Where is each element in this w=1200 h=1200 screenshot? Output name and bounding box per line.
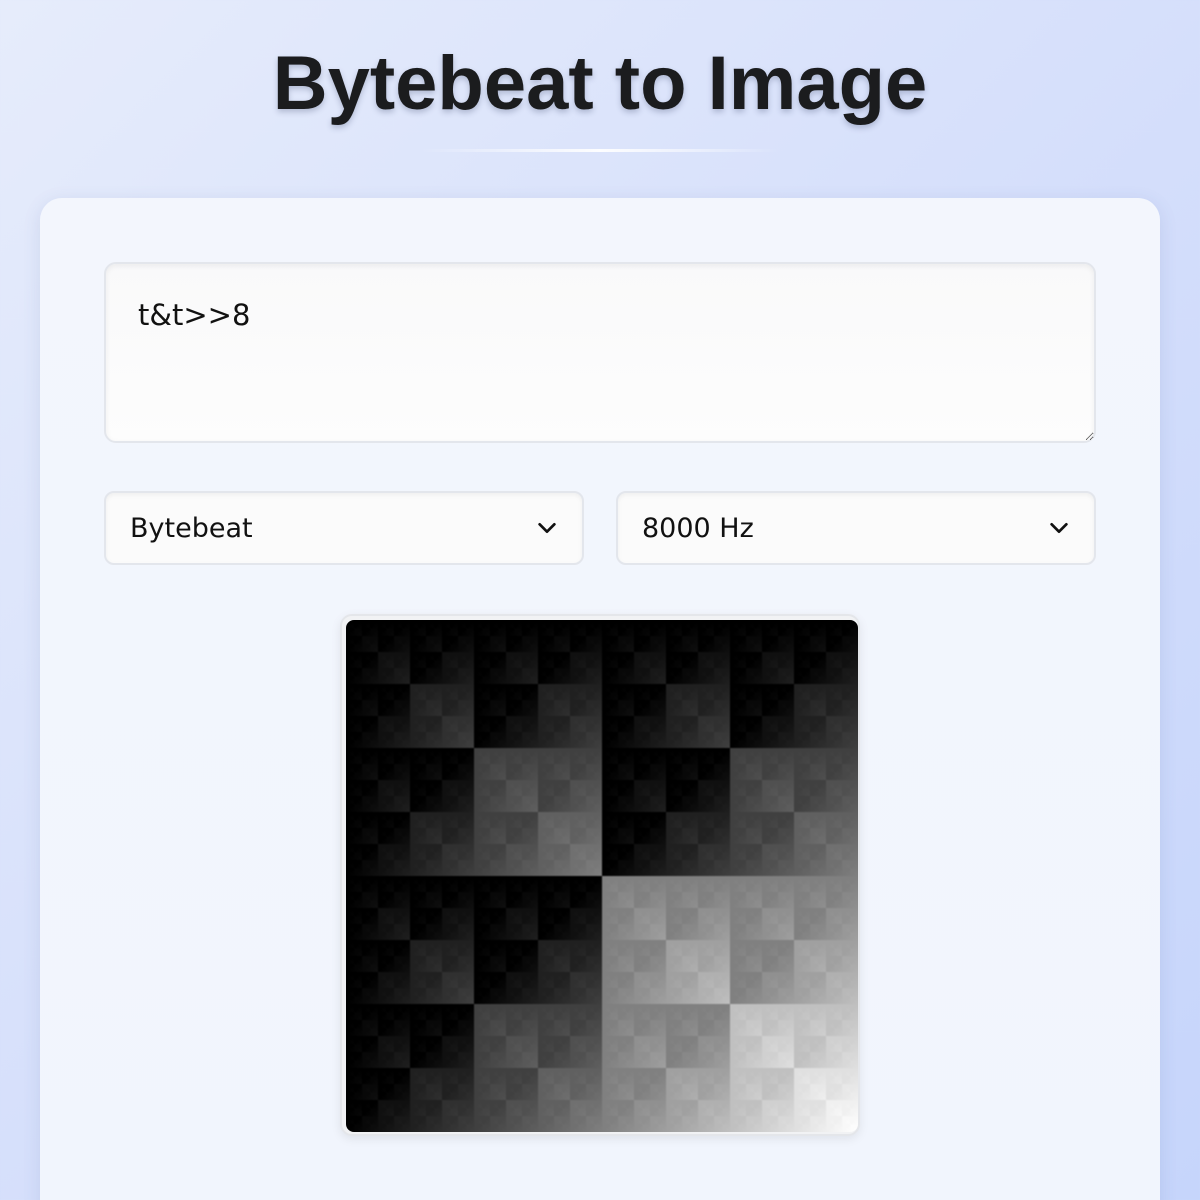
expression-input[interactable]	[104, 262, 1096, 443]
title-underline	[420, 149, 780, 152]
bytebeat-image	[346, 620, 858, 1132]
sample-rate-select[interactable]: 8000 Hz	[616, 491, 1096, 565]
main-card: Bytebeat 8000 Hz	[40, 198, 1160, 1200]
mode-select-value: Bytebeat	[130, 512, 253, 544]
mode-select[interactable]: Bytebeat	[104, 491, 584, 565]
output-image-frame	[340, 614, 860, 1136]
chevron-down-icon	[1050, 522, 1068, 534]
chevron-down-icon	[538, 522, 556, 534]
sample-rate-select-value: 8000 Hz	[642, 512, 754, 544]
page-title: Bytebeat to Image	[272, 41, 928, 126]
